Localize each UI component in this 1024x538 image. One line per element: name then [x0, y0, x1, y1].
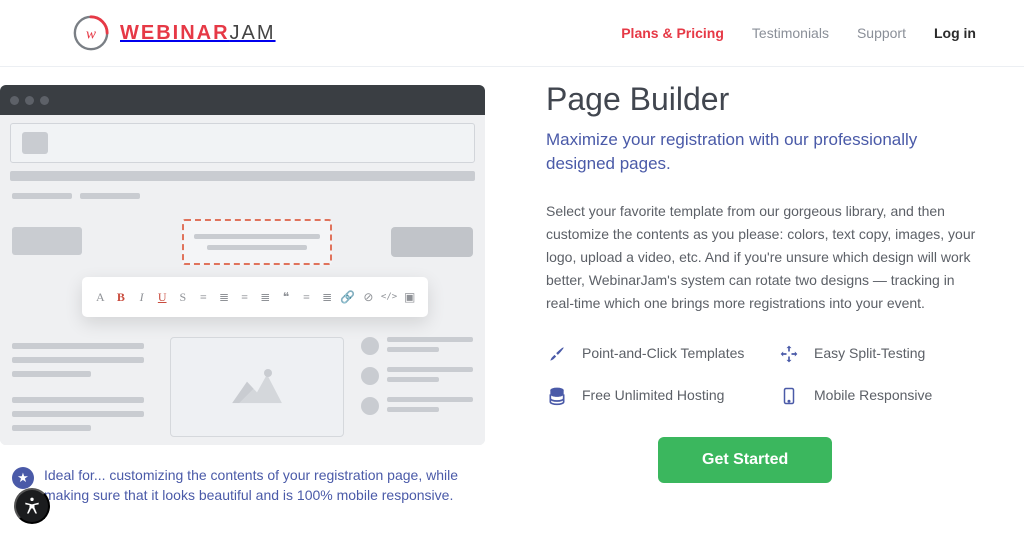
page-body-text: Select your favorite template from our g…	[546, 200, 984, 315]
ideal-body: customizing the contents of your registr…	[44, 467, 458, 503]
mock-left-block	[12, 227, 82, 255]
toolbar-align-right-icon: ≡	[236, 290, 254, 305]
brush-icon	[546, 343, 568, 365]
toolbar-image-icon: ▣	[401, 290, 419, 305]
toolbar-ordered-list-icon: ≡	[298, 290, 316, 305]
toolbar-italic-icon: I	[133, 290, 151, 305]
toolbar-unordered-list-icon: ≣	[318, 290, 336, 305]
ideal-for-caption: ★ Ideal for... customizing the contents …	[12, 465, 472, 506]
database-icon	[546, 385, 568, 407]
brand-logo[interactable]: w WEBINARJAM	[72, 14, 276, 52]
arrows-icon	[778, 343, 800, 365]
site-header: w WEBINARJAM Plans & Pricing Testimonial…	[0, 0, 1024, 67]
feature-point-and-click: Point-and-Click Templates	[546, 343, 752, 365]
mock-window-body: A B I U S ≡ ≣ ≡ ≣ ❝ ≡ ≣ 🔗 ⊘ </> ▣	[0, 115, 485, 445]
brand-wordmark: WEBINARJAM	[120, 22, 276, 45]
feature-label: Mobile Responsive	[814, 385, 932, 405]
page-subtitle: Maximize your registration with our prof…	[546, 128, 984, 176]
mock-page-header	[10, 123, 475, 163]
nav-login[interactable]: Log in	[934, 25, 976, 41]
content-column: Page Builder Maximize your registration …	[510, 67, 984, 506]
feature-label: Free Unlimited Hosting	[582, 385, 724, 405]
feature-label: Easy Split-Testing	[814, 343, 925, 363]
toolbar-align-center-icon: ≣	[215, 290, 233, 305]
toolbar-quote-icon: ❝	[277, 290, 295, 305]
nav-support[interactable]: Support	[857, 25, 906, 41]
mock-col-left	[12, 343, 144, 439]
feature-mobile-responsive: Mobile Responsive	[778, 385, 984, 407]
mock-col-right	[361, 337, 473, 427]
logo-mark: w	[72, 14, 110, 52]
star-icon: ★	[12, 467, 34, 489]
toolbar-strike-icon: S	[174, 290, 192, 305]
mock-col-mid	[170, 337, 344, 437]
toolbar-underline-icon: U	[153, 290, 171, 305]
feature-unlimited-hosting: Free Unlimited Hosting	[546, 385, 752, 407]
brand-word-1: WEBINAR	[120, 22, 230, 44]
mock-right-block	[391, 227, 473, 257]
mock-image-placeholder	[170, 337, 344, 437]
ideal-for-text: Ideal for... customizing the contents of…	[44, 465, 472, 506]
accessibility-button[interactable]	[14, 488, 50, 524]
nav-testimonials[interactable]: Testimonials	[752, 25, 829, 41]
mock-subnav-2	[80, 193, 140, 199]
nav-plans-pricing[interactable]: Plans & Pricing	[621, 25, 724, 41]
ideal-prefix: Ideal for...	[44, 467, 105, 483]
toolbar-align-left-icon: ≡	[194, 290, 212, 305]
toolbar-code-icon: </>	[380, 292, 398, 302]
mobile-icon	[778, 385, 800, 407]
toolbar-link-icon: 🔗	[339, 290, 357, 305]
mock-subnav-1	[12, 193, 72, 199]
top-nav: Plans & Pricing Testimonials Support Log…	[621, 25, 976, 41]
feature-split-testing: Easy Split-Testing	[778, 343, 984, 365]
mock-window-titlebar	[0, 85, 485, 115]
main-content: A B I U S ≡ ≣ ≡ ≣ ❝ ≡ ≣ 🔗 ⊘ </> ▣	[0, 67, 1024, 506]
toolbar-justify-icon: ≣	[256, 290, 274, 305]
mock-nav-bar	[10, 171, 475, 181]
illustration-column: A B I U S ≡ ≣ ≡ ≣ ❝ ≡ ≣ 🔗 ⊘ </> ▣	[0, 67, 510, 506]
get-started-button[interactable]: Get Started	[658, 437, 832, 483]
mock-logo-placeholder	[22, 132, 48, 154]
feature-grid: Point-and-Click Templates Easy Split-Tes…	[546, 343, 984, 407]
toolbar-bold-icon: B	[112, 290, 130, 305]
mock-text-editor-toolbar: A B I U S ≡ ≣ ≡ ≣ ❝ ≡ ≣ 🔗 ⊘ </> ▣	[82, 277, 428, 317]
toolbar-font-icon: A	[91, 290, 109, 305]
svg-text:w: w	[86, 26, 97, 43]
page-builder-mock: A B I U S ≡ ≣ ≡ ≣ ❝ ≡ ≣ 🔗 ⊘ </> ▣	[0, 85, 485, 445]
mock-editable-selection	[182, 219, 332, 265]
feature-label: Point-and-Click Templates	[582, 343, 744, 363]
brand-word-2: JAM	[230, 22, 276, 44]
toolbar-unlink-icon: ⊘	[359, 290, 377, 305]
page-title: Page Builder	[546, 81, 984, 118]
